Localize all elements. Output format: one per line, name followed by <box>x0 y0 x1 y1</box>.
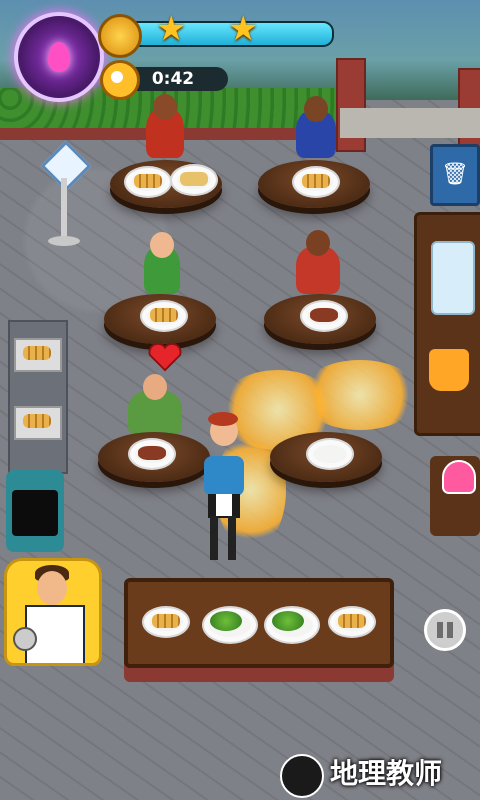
customer-2[interactable] <box>296 96 336 158</box>
plate <box>292 166 340 198</box>
sidewalk <box>340 108 480 138</box>
table-4[interactable] <box>264 294 376 344</box>
game-scene: 🗑 ★ ★ 0:42 地理教师 <box>0 0 480 800</box>
customer-4[interactable] <box>296 230 340 294</box>
fire-burst-effect <box>300 360 420 430</box>
waitress-player[interactable] <box>194 412 254 572</box>
tray-fries-item[interactable] <box>14 406 62 440</box>
donut-case[interactable] <box>431 241 475 315</box>
juice-dispenser[interactable] <box>429 349 469 391</box>
star-icon: ★ <box>228 9 259 49</box>
plate <box>128 438 176 470</box>
table-2[interactable] <box>258 160 370 208</box>
table-6[interactable] <box>270 432 382 482</box>
tv-monitor <box>6 470 64 552</box>
table-1[interactable] <box>110 160 222 208</box>
counter-salad[interactable] <box>264 606 320 644</box>
counter-fries[interactable] <box>142 606 190 638</box>
alarm-clock-icon <box>100 60 140 100</box>
pink-flame-icon <box>48 42 70 72</box>
heart-icon <box>148 342 182 372</box>
customer-1[interactable] <box>146 94 184 158</box>
cupcake-icon[interactable] <box>442 460 476 494</box>
trash-icon[interactable]: 🗑 <box>430 144 480 206</box>
sign-pole <box>61 178 67 242</box>
plate <box>306 438 354 470</box>
sign-base <box>48 236 80 246</box>
pause-button[interactable] <box>424 609 466 651</box>
pause-icon <box>437 622 443 638</box>
plate <box>300 300 348 332</box>
plate <box>124 166 172 198</box>
customer-3[interactable] <box>144 232 180 294</box>
chef-portrait[interactable] <box>4 558 102 666</box>
serving-counter <box>124 578 394 668</box>
counter-salad[interactable] <box>202 606 258 644</box>
tray-fries-item[interactable] <box>14 338 62 372</box>
watermark-logo <box>280 754 324 798</box>
counter-fries[interactable] <box>328 606 376 638</box>
stopwatch-icon <box>13 627 37 651</box>
powerup-button[interactable] <box>14 12 104 102</box>
plate <box>170 164 218 196</box>
plate <box>140 300 188 332</box>
watermark-text: 地理教师 <box>330 757 443 790</box>
coin-icon <box>98 14 142 58</box>
table-3[interactable] <box>104 294 216 344</box>
side-counter <box>414 212 480 436</box>
star-icon: ★ <box>156 9 187 49</box>
customer-5[interactable] <box>128 374 182 436</box>
